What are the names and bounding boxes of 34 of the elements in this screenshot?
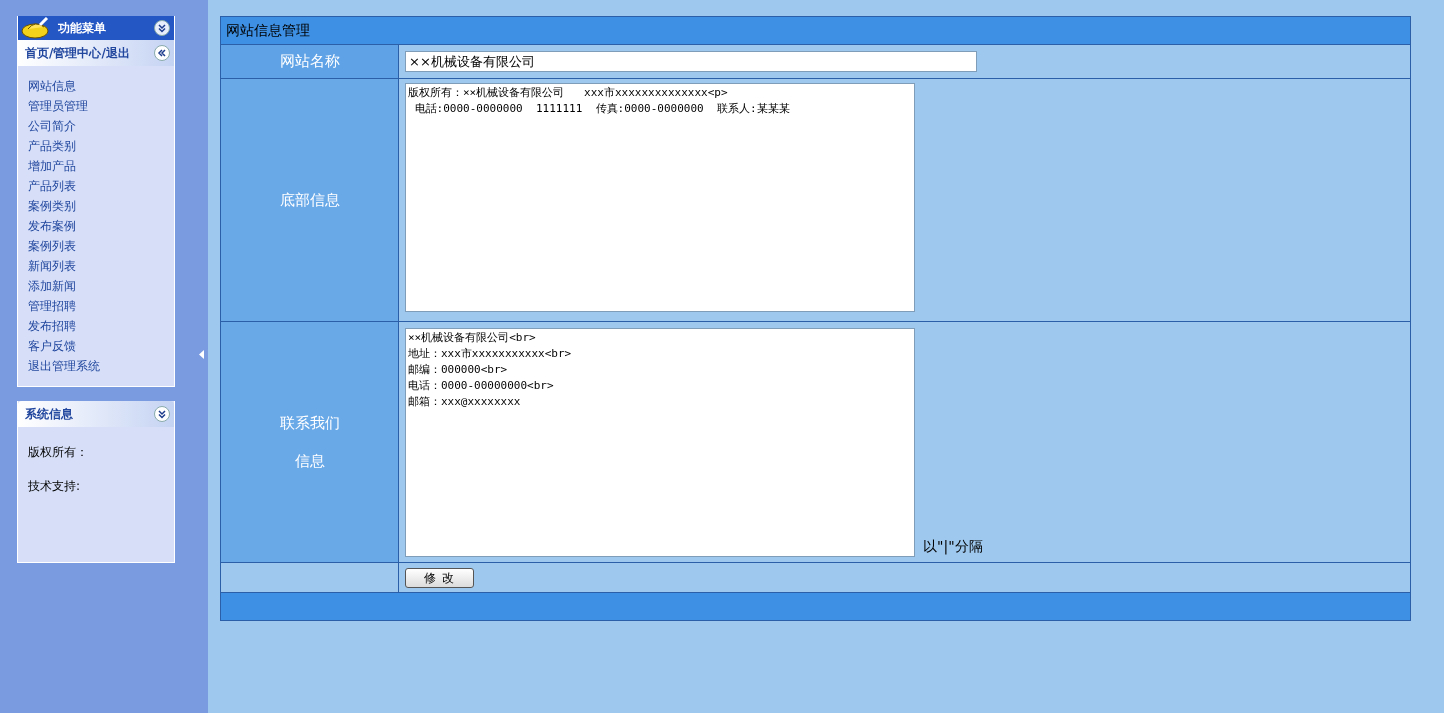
info-text: 版权所有：: [27, 444, 89, 461]
menu-link[interactable]: 网站信息: [28, 76, 76, 96]
menu-link[interactable]: 产品列表: [28, 176, 76, 196]
collapse-left-icon[interactable]: [154, 45, 170, 61]
info-title: 系统信息: [25, 406, 73, 423]
submit-button[interactable]: 修 改: [405, 567, 474, 588]
menu-link[interactable]: 添加新闻: [28, 276, 76, 296]
menu-link[interactable]: 发布案例: [28, 216, 76, 236]
field-label: 信息: [294, 451, 325, 472]
menu-link[interactable]: 产品类别: [28, 136, 76, 156]
form-title: 网站信息管理: [220, 16, 1411, 45]
menu-title: 功能菜单: [58, 20, 106, 37]
contact-info-field[interactable]: ××机械设备有限公司<br> 地址：xxx市xxxxxxxxxxx<br> 邮编：000000<br> 电话：0000-00000000<br> 邮箱：xxx@xxxxxxxx: [405, 327, 915, 557]
footer-info-field[interactable]: 版权所有：××机械设备有限公司 xxx市xxxxxxxxxxxxxx<p> 电話:0000-0000000 1111111 传真:0000-0000000 联系人:某某某: [405, 83, 915, 312]
menu-link[interactable]: 新闻列表: [28, 256, 76, 276]
sidebar-toggle-icon[interactable]: [199, 350, 204, 359]
info-text: 技术支持:: [27, 478, 82, 495]
field-label: 底部信息: [220, 78, 399, 322]
menu-link[interactable]: 退出管理系统: [28, 356, 100, 376]
menu-link[interactable]: 管理员管理: [28, 96, 88, 116]
field-label: 网站名称: [220, 44, 399, 79]
menu-link[interactable]: 公司简介: [28, 116, 76, 136]
collapse-icon[interactable]: [154, 20, 170, 36]
separator-hint: 以"|"分隔: [923, 536, 983, 557]
collapse-icon[interactable]: [154, 406, 170, 422]
menu-link[interactable]: 发布招聘: [28, 316, 76, 336]
menu-link[interactable]: 案例列表: [28, 236, 76, 256]
menu-link[interactable]: 管理招聘: [28, 296, 76, 316]
menu-subtitle: 首页/管理中心/退出: [25, 45, 130, 62]
menu-link[interactable]: 案例类别: [28, 196, 76, 216]
menu-link[interactable]: 客户反馈: [28, 336, 76, 356]
menu-link[interactable]: 增加产品: [28, 156, 76, 176]
site-name-field[interactable]: ××机械设备有限公司: [405, 51, 977, 72]
field-label: 联系我们: [279, 412, 340, 434]
